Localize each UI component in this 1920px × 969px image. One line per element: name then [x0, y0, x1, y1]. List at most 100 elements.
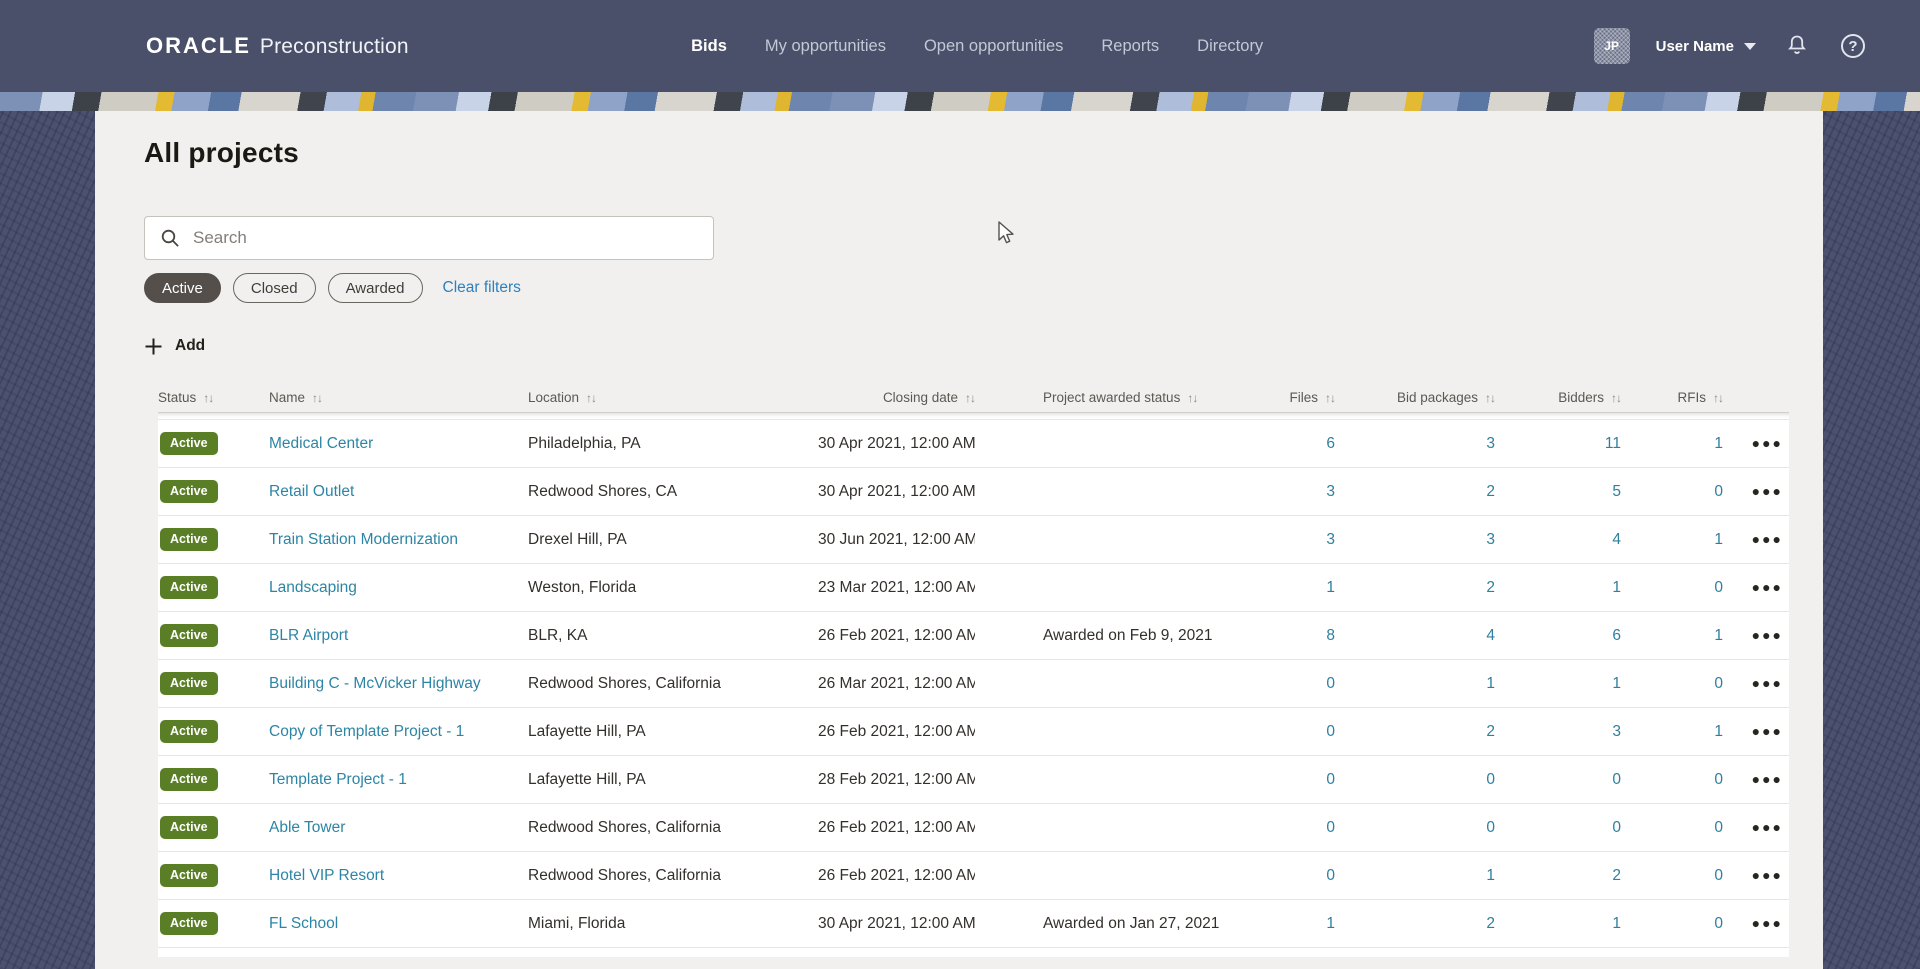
rfis-count-link[interactable]: 0 — [1714, 867, 1723, 884]
notifications-button[interactable] — [1782, 31, 1812, 61]
column-header-name[interactable]: Name ↑↓ — [269, 390, 528, 405]
sort-icon[interactable]: ↑↓ — [1485, 392, 1496, 404]
bidders-count-link[interactable]: 0 — [1612, 819, 1621, 836]
files-count-link[interactable]: 3 — [1326, 483, 1335, 500]
project-name-link[interactable]: Building C - McVicker Highway — [269, 675, 481, 692]
table-row[interactable]: Active Hotel VIP Resort Redwood Shores, … — [158, 852, 1789, 900]
row-menu-button[interactable]: ●●● — [1752, 531, 1783, 547]
table-row[interactable]: Active BLR Airport BLR, KA 26 Feb 2021, … — [158, 612, 1789, 660]
bidders-count-link[interactable]: 2 — [1612, 867, 1621, 884]
bid-packages-count-link[interactable]: 0 — [1486, 819, 1495, 836]
row-menu-button[interactable]: ●●● — [1752, 627, 1783, 643]
table-row[interactable]: Active Building C - McVicker Highway Red… — [158, 660, 1789, 708]
row-menu-button[interactable]: ●●● — [1752, 579, 1783, 595]
rfis-count-link[interactable]: 0 — [1714, 675, 1723, 692]
column-header-bid-packages[interactable]: Bid packages ↑↓ — [1335, 390, 1496, 405]
table-row[interactable]: Active Retail Outlet Redwood Shores, CA … — [158, 468, 1789, 516]
sort-icon[interactable]: ↑↓ — [203, 392, 214, 404]
sort-icon[interactable]: ↑↓ — [965, 392, 976, 404]
filter-chip-awarded[interactable]: Awarded — [327, 273, 423, 303]
column-header-closing-date[interactable]: Closing date ↑↓ — [818, 390, 976, 405]
files-count-link[interactable]: 0 — [1326, 867, 1335, 884]
bidders-count-link[interactable]: 0 — [1612, 771, 1621, 788]
project-name-link[interactable]: Retail Outlet — [269, 483, 354, 500]
project-name-link[interactable]: Template Project - 1 — [269, 771, 407, 788]
search-box[interactable] — [144, 216, 714, 260]
files-count-link[interactable]: 0 — [1326, 723, 1335, 740]
search-input[interactable] — [193, 228, 699, 248]
rfis-count-link[interactable]: 1 — [1714, 627, 1723, 644]
bidders-count-link[interactable]: 1 — [1612, 675, 1621, 692]
column-header-files[interactable]: Files ↑↓ — [1273, 390, 1336, 405]
bidders-count-link[interactable]: 6 — [1612, 627, 1621, 644]
files-count-link[interactable]: 1 — [1326, 915, 1335, 932]
row-menu-button[interactable]: ●●● — [1752, 915, 1783, 931]
table-row[interactable]: Active Able Tower Redwood Shores, Califo… — [158, 804, 1789, 852]
files-count-link[interactable]: 0 — [1326, 771, 1335, 788]
project-name-link[interactable]: Train Station Modernization — [269, 531, 458, 548]
bidders-count-link[interactable]: 11 — [1605, 435, 1621, 452]
row-menu-button[interactable]: ●●● — [1752, 867, 1783, 883]
brand-logo[interactable]: ORACLE Preconstruction — [146, 33, 409, 59]
nav-item-directory[interactable]: Directory — [1197, 37, 1263, 56]
bidders-count-link[interactable]: 4 — [1612, 531, 1621, 548]
files-count-link[interactable]: 0 — [1326, 675, 1335, 692]
project-name-link[interactable]: Landscaping — [269, 579, 357, 596]
table-row[interactable]: Active Medical Center Philadelphia, PA 3… — [158, 420, 1789, 468]
files-count-link[interactable]: 8 — [1326, 627, 1335, 644]
row-menu-button[interactable]: ●●● — [1752, 771, 1783, 787]
bid-packages-count-link[interactable]: 3 — [1486, 531, 1495, 548]
rfis-count-link[interactable]: 0 — [1714, 579, 1723, 596]
files-count-link[interactable]: 0 — [1326, 819, 1335, 836]
row-menu-button[interactable]: ●●● — [1752, 675, 1783, 691]
bid-packages-count-link[interactable]: 1 — [1486, 867, 1495, 884]
row-menu-button[interactable]: ●●● — [1752, 483, 1783, 499]
bid-packages-count-link[interactable]: 3 — [1486, 435, 1495, 452]
bid-packages-count-link[interactable]: 1 — [1486, 675, 1495, 692]
rfis-count-link[interactable]: 1 — [1714, 435, 1723, 452]
rfis-count-link[interactable]: 0 — [1714, 771, 1723, 788]
rfis-count-link[interactable]: 0 — [1714, 483, 1723, 500]
clear-filters-link[interactable]: Clear filters — [443, 279, 521, 297]
row-menu-button[interactable]: ●●● — [1752, 435, 1783, 451]
sort-icon[interactable]: ↑↓ — [312, 392, 323, 404]
bidders-count-link[interactable]: 5 — [1612, 483, 1621, 500]
rfis-count-link[interactable]: 0 — [1714, 915, 1723, 932]
help-button[interactable]: ? — [1838, 31, 1868, 61]
column-header-project-awarded-status[interactable]: Project awarded status ↑↓ — [975, 390, 1273, 405]
column-header-bidders[interactable]: Bidders ↑↓ — [1495, 390, 1622, 405]
nav-item-open-opportunities[interactable]: Open opportunities — [924, 37, 1063, 56]
user-menu[interactable]: User Name — [1656, 38, 1756, 55]
rfis-count-link[interactable]: 0 — [1714, 819, 1723, 836]
project-name-link[interactable]: Medical Center — [269, 435, 373, 452]
column-header-rfis[interactable]: RFIs ↑↓ — [1621, 390, 1725, 405]
files-count-link[interactable]: 1 — [1326, 579, 1335, 596]
nav-item-bids[interactable]: Bids — [691, 37, 727, 56]
files-count-link[interactable]: 3 — [1326, 531, 1335, 548]
table-row[interactable]: Active Train Station Modernization Drexe… — [158, 516, 1789, 564]
avatar[interactable]: JP — [1593, 28, 1630, 64]
rfis-count-link[interactable]: 1 — [1714, 531, 1723, 548]
bidders-count-link[interactable]: 3 — [1612, 723, 1621, 740]
row-menu-button[interactable]: ●●● — [1752, 819, 1783, 835]
table-row[interactable]: Active Template Project - 1 Lafayette Hi… — [158, 756, 1789, 804]
project-name-link[interactable]: Copy of Template Project - 1 — [269, 723, 464, 740]
sort-icon[interactable]: ↑↓ — [586, 392, 597, 404]
sort-icon[interactable]: ↑↓ — [1611, 392, 1622, 404]
sort-icon[interactable]: ↑↓ — [1325, 392, 1336, 404]
column-header-status[interactable]: Status ↑↓ — [158, 390, 269, 405]
bidders-count-link[interactable]: 1 — [1612, 579, 1621, 596]
table-row[interactable]: Active Copy of Template Project - 1 Lafa… — [158, 708, 1789, 756]
table-row[interactable]: Active Landscaping Weston, Florida 23 Ma… — [158, 564, 1789, 612]
rfis-count-link[interactable]: 1 — [1714, 723, 1723, 740]
nav-item-reports[interactable]: Reports — [1101, 37, 1159, 56]
project-name-link[interactable]: Hotel VIP Resort — [269, 867, 384, 884]
filter-chip-active[interactable]: Active — [144, 273, 221, 303]
table-row[interactable]: Active FL School Miami, Florida 30 Apr 2… — [158, 900, 1789, 948]
nav-item-my-opportunities[interactable]: My opportunities — [765, 37, 886, 56]
bid-packages-count-link[interactable]: 4 — [1486, 627, 1495, 644]
project-name-link[interactable]: BLR Airport — [269, 627, 348, 644]
bid-packages-count-link[interactable]: 2 — [1486, 483, 1495, 500]
files-count-link[interactable]: 6 — [1326, 435, 1335, 452]
column-header-location[interactable]: Location ↑↓ — [528, 390, 818, 405]
